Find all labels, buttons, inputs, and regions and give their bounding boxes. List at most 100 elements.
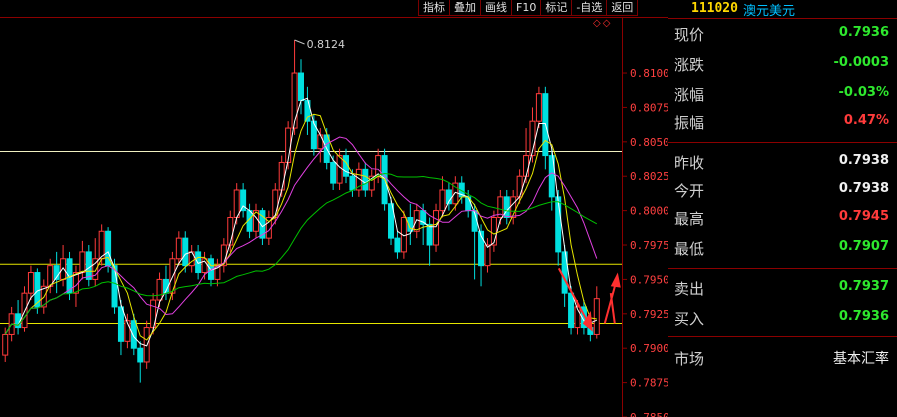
quote-label: 涨跌: [674, 56, 705, 74]
quote-label: 最低: [674, 240, 705, 258]
candle-body: [516, 175, 523, 198]
quote-row: 涨幅 -0.03%: [668, 80, 897, 106]
f10-button[interactable]: F10: [511, 0, 542, 16]
quote-panel: 111020 澳元美元 现价 0.7936 涨跌 -0.0003 涨幅 -0.03% 振幅 0…: [668, 0, 897, 417]
quote-label: 卖出: [674, 280, 705, 298]
quote-row: 今开 0.7938: [668, 176, 897, 202]
candle-body: [394, 237, 401, 253]
y-tick-label: 0.8075: [630, 101, 668, 114]
quote-value: -0.03%: [838, 85, 890, 100]
remove-watchlist-button[interactable]: -自选: [571, 0, 608, 16]
quote-row: 卖出 0.7937: [668, 274, 897, 300]
quote-label: 昨收: [674, 154, 705, 172]
candle-body: [85, 251, 92, 280]
chart-toolbar: 指标 叠加 画线 F10 标记 -自选 返回: [418, 0, 639, 16]
candle-body: [130, 320, 137, 349]
max-label-pointer: [294, 39, 305, 45]
draw-line-button[interactable]: 画线: [480, 0, 512, 16]
candle-body: [426, 223, 433, 246]
quote-value: 0.7938: [838, 153, 889, 168]
y-tick-label: 0.8000: [630, 205, 668, 218]
candle-body: [298, 72, 304, 102]
quote-value: 0.7937: [838, 279, 889, 294]
quote-value: 0.7907: [838, 239, 889, 254]
divider: [668, 268, 897, 269]
candle-body: [439, 189, 446, 212]
back-button[interactable]: 返回: [606, 0, 639, 16]
y-tick-label: 0.7975: [630, 239, 668, 252]
candle-body: [349, 175, 356, 191]
y-tick-label: 0.8050: [630, 136, 668, 149]
candle-body: [195, 251, 202, 274]
candle-body: [310, 120, 317, 150]
candle-body: [484, 244, 491, 267]
y-tick-label: 0.7850: [630, 411, 668, 417]
y-tick-label: 0.7950: [630, 273, 668, 286]
candle-body: [27, 272, 34, 294]
candle-body: [182, 237, 189, 267]
moving-average-line: [4, 136, 598, 335]
max-price-label: 0.8124: [307, 38, 346, 51]
quote-label: 买入: [674, 310, 705, 328]
candle-body: [555, 196, 562, 253]
y-tick-label: 0.7875: [630, 377, 668, 390]
candle-body: [330, 161, 337, 184]
candle-body: [535, 93, 542, 122]
up-arrow-head: [610, 272, 621, 288]
quote-row: 最高 0.7945: [668, 204, 897, 230]
candle-body: [317, 134, 324, 150]
divider: [668, 336, 897, 337]
quote-row: 振幅 0.47%: [668, 108, 897, 134]
symbol-header: 111020 澳元美元: [668, 0, 897, 19]
y-tick-label: 0.8025: [630, 170, 668, 183]
candle-body: [503, 196, 510, 219]
candle-body: [362, 168, 369, 191]
candle-body: [568, 292, 575, 329]
candle-body: [523, 155, 530, 177]
candle-body: [278, 161, 285, 191]
quote-row: 最低 0.7907: [668, 234, 897, 260]
quote-row: 现价 0.7936: [668, 20, 897, 46]
quote-label: 涨幅: [674, 86, 705, 104]
quote-row: 市场 基本汇率: [668, 344, 897, 370]
symbol-code: 111020: [691, 1, 738, 16]
moving-average-line: [4, 97, 598, 347]
quote-label: 振幅: [674, 114, 705, 132]
candle-body: [375, 155, 382, 177]
candle-body: [137, 347, 144, 363]
quote-label: 最高: [674, 210, 705, 228]
quote-row: 涨跌 -0.0003: [668, 50, 897, 76]
quote-row: 买入 0.7936: [668, 304, 897, 330]
quote-value: 0.7945: [838, 209, 889, 224]
candle-body: [175, 237, 182, 260]
y-tick-label: 0.8100: [630, 67, 668, 80]
quote-value: 基本汇率: [833, 351, 889, 367]
candlestick-chart: 0.8100 0.8075 0.8050 0.8025 0.8000 0.7975 0.79…: [0, 17, 668, 417]
overlay-button[interactable]: 叠加: [449, 0, 481, 16]
candle-body: [433, 210, 440, 246]
mark-button[interactable]: 标记: [540, 0, 573, 16]
symbol-name: 澳元美元: [743, 4, 796, 19]
candle-body: [79, 251, 86, 274]
indicator-button[interactable]: 指标: [418, 0, 450, 16]
quote-label: 今开: [674, 182, 705, 200]
quote-label: 市场: [674, 350, 705, 368]
candle-body: [593, 298, 600, 335]
divider: [668, 142, 897, 143]
nav-diamond-icons[interactable]: ◇◇: [593, 18, 612, 29]
candle-body: [117, 306, 124, 342]
quote-value: 0.47%: [843, 113, 889, 128]
quote-value: 0.7936: [838, 309, 889, 324]
divider: [668, 18, 897, 19]
candle-body: [336, 155, 343, 184]
y-tick-label: 0.7900: [630, 342, 668, 355]
quote-row: 昨收 0.7938: [668, 148, 897, 174]
quote-value: -0.0003: [833, 55, 889, 70]
quote-label: 现价: [674, 26, 705, 44]
candle-body: [60, 258, 67, 280]
candle-body: [2, 333, 9, 356]
quote-value: 0.7936: [838, 25, 889, 40]
quote-value: 0.7938: [838, 181, 889, 196]
moving-average-line: [4, 113, 597, 341]
y-tick-label: 0.7925: [630, 308, 668, 321]
